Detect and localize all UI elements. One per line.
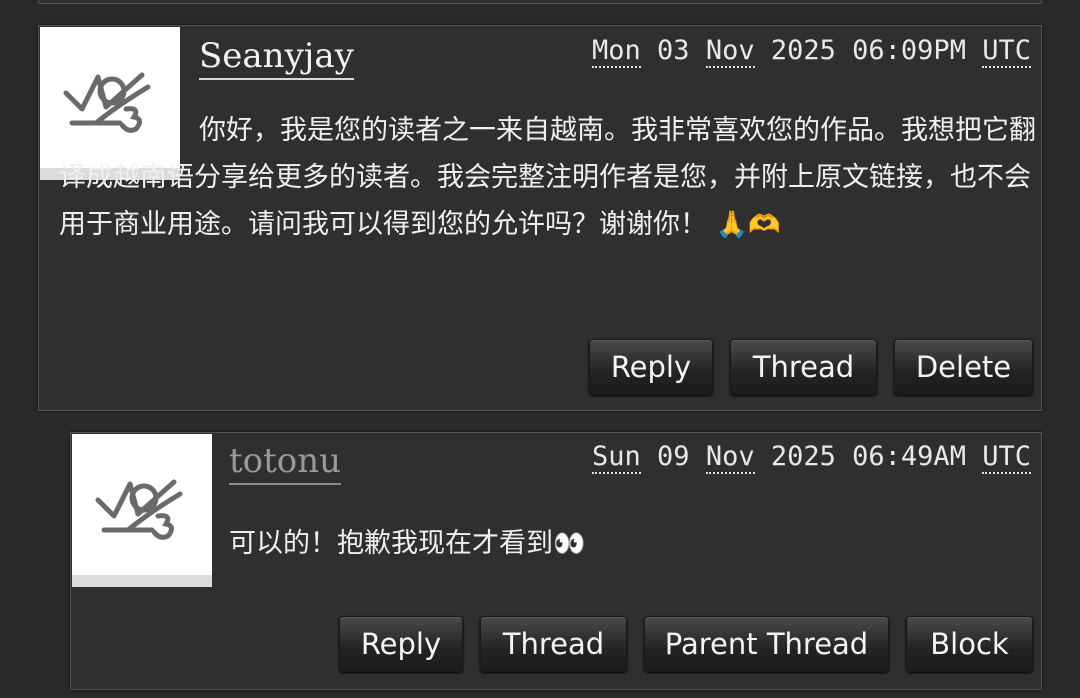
reply-button[interactable]: Reply [589, 339, 713, 395]
comment-body: 你好，我是您的读者之一来自越南。我非常喜欢您的作品。我想把它翻译成越南语分享给更… [59, 107, 1039, 249]
weekday: Mon [591, 35, 641, 68]
weekday: Sun [591, 441, 641, 474]
emoji-pray-heart-hands: 🙏🫶 [715, 210, 781, 240]
timezone: UTC [982, 441, 1031, 474]
thread-button[interactable]: Thread [730, 339, 877, 395]
block-button[interactable]: Block [906, 616, 1033, 672]
reply-button[interactable]: Reply [339, 616, 463, 672]
comment-reply: totonu Sun 09 Nov 2025 06:49AM UTC 可以的！抱… [70, 432, 1042, 690]
comment-timestamp: Mon 03 Nov 2025 06:09PM UTC [591, 34, 1031, 68]
time: 06:49AM [852, 441, 966, 472]
time: 06:09PM [852, 35, 966, 66]
previous-comment-edge [38, 0, 1042, 4]
default-userpic-icon [95, 479, 183, 540]
timezone: UTC [982, 35, 1031, 68]
year: 2025 [770, 441, 836, 472]
year: 2025 [770, 35, 836, 66]
comment-timestamp: Sun 09 Nov 2025 06:49AM UTC [591, 440, 1031, 474]
comment: Seanyjay Mon 03 Nov 2025 06:09PM UTC 你好，… [38, 25, 1042, 411]
comment-body-text: 你好，我是您的读者之一来自越南。我非常喜欢您的作品。我想把它翻译成越南语分享给更… [59, 115, 1036, 240]
parent-thread-button[interactable]: Parent Thread [644, 616, 889, 672]
username-link[interactable]: Seanyjay [199, 36, 354, 80]
month: Nov [705, 35, 755, 68]
username-link[interactable]: totonu [229, 441, 342, 485]
comment-body-text: 可以的！抱歉我现在才看到 [229, 528, 553, 559]
emoji-eyes: 👀 [553, 529, 586, 559]
avatar[interactable] [72, 434, 212, 587]
month: Nov [705, 441, 755, 474]
comment-body: 可以的！抱歉我现在才看到👀 [229, 520, 1019, 568]
thread-button[interactable]: Thread [480, 616, 627, 672]
day-of-month: 03 [657, 35, 690, 66]
day-of-month: 09 [657, 441, 690, 472]
delete-button[interactable]: Delete [894, 339, 1033, 395]
